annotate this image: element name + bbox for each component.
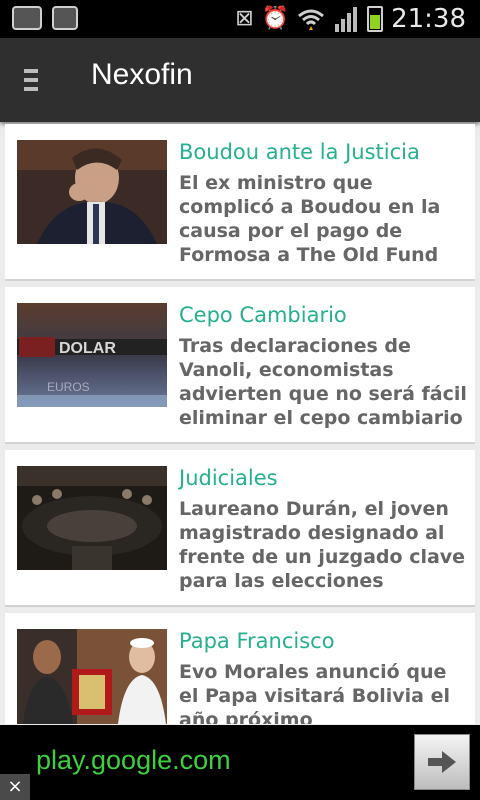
- article-thumbnail: [17, 466, 167, 570]
- article-card[interactable]: Boudou ante la Justicia El ex ministro q…: [5, 124, 475, 281]
- ad-banner[interactable]: play.google.com ×: [0, 725, 480, 800]
- briefcase-icon: [52, 6, 78, 30]
- article-thumbnail: [17, 629, 167, 724]
- arrow-right-icon: [428, 751, 456, 773]
- article-thumbnail: DOLAR EUROS: [17, 303, 167, 407]
- signal-icon: [335, 7, 358, 32]
- article-headline: Evo Morales anunció que el Papa visitará…: [179, 661, 451, 724]
- article-category: Papa Francisco: [179, 629, 335, 653]
- ad-go-button[interactable]: [414, 734, 470, 790]
- battery-icon: [367, 6, 384, 32]
- article-headline: Tras declaraciones de Vanoli, economista…: [179, 335, 467, 429]
- status-bar: ⊠ ⏰ 21:38: [0, 0, 480, 38]
- article-card[interactable]: Papa Francisco Evo Morales anunció que e…: [5, 613, 475, 724]
- article-category: Cepo Cambiario: [179, 303, 347, 327]
- article-card[interactable]: DOLAR EUROS Cepo Cambiario Tras declarac…: [5, 287, 475, 444]
- menu-icon[interactable]: [24, 69, 48, 93]
- action-bar: Nexofin: [0, 38, 480, 122]
- svg-text:EUROS: EUROS: [47, 380, 90, 394]
- alarm-icon: ⏰: [261, 6, 290, 31]
- svg-text:DOLAR: DOLAR: [59, 340, 116, 357]
- wifi-icon: [298, 9, 325, 30]
- news-feed[interactable]: Boudou ante la Justicia El ex ministro q…: [0, 124, 480, 724]
- article-headline: Laureano Durán, el joven magistrado desi…: [179, 498, 466, 592]
- ad-close-button[interactable]: ×: [0, 774, 30, 800]
- vibrate-icon: ⊠: [235, 6, 254, 31]
- article-card[interactable]: Judiciales Laureano Durán, el joven magi…: [5, 450, 475, 607]
- ad-url[interactable]: play.google.com: [36, 745, 231, 776]
- article-thumbnail: [17, 140, 167, 244]
- article-category: Boudou ante la Justicia: [179, 140, 420, 164]
- status-time: 21:38: [391, 4, 466, 34]
- article-headline: El ex ministro que complicó a Boudou en …: [179, 172, 441, 266]
- article-category: Judiciales: [179, 466, 278, 490]
- app-title: Nexofin: [91, 58, 193, 91]
- voicemail-icon: [12, 6, 42, 30]
